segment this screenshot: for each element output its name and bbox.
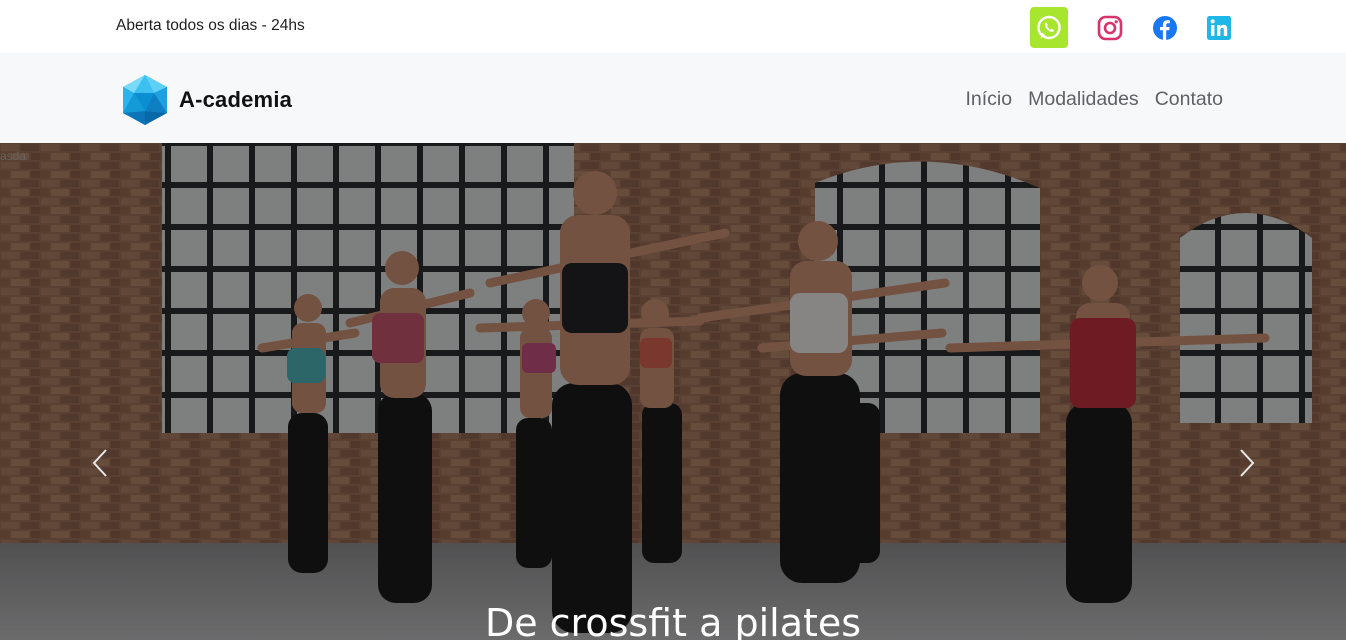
linkedin-link[interactable] (1202, 7, 1236, 48)
nav-link-modalidades[interactable]: Modalidades (1028, 88, 1139, 111)
opening-hours: Aberta todos os dias - 24hs (116, 17, 305, 34)
chevron-left-icon (92, 449, 107, 477)
main-navbar: A-cademia Início Modalidades Contato (0, 53, 1346, 143)
whatsapp-icon (1037, 15, 1061, 39)
brand-home-link[interactable]: A-cademia (120, 73, 292, 127)
hero-tag: asda (0, 149, 27, 163)
hero-carousel: asda De crossfit a pilates (0, 143, 1346, 640)
nav-link-contato[interactable]: Contato (1155, 88, 1223, 111)
nav-links: Início Modalidades Contato (966, 88, 1224, 111)
carousel-next-button[interactable] (1232, 443, 1262, 483)
instagram-link[interactable] (1093, 7, 1127, 48)
top-info-bar: Aberta todos os dias - 24hs (0, 0, 1346, 53)
hero-overlay (0, 143, 1346, 640)
instagram-icon (1097, 15, 1123, 40)
hero-caption: De crossfit a pilates (484, 601, 862, 640)
carousel-prev-button[interactable] (85, 443, 115, 483)
whatsapp-link[interactable] (1030, 7, 1068, 48)
brand-name: A-cademia (179, 87, 293, 112)
chevron-right-icon (1240, 449, 1255, 477)
facebook-link[interactable] (1148, 7, 1182, 48)
facebook-icon (1153, 15, 1177, 40)
icosahedron-logo (123, 75, 167, 125)
linkedin-icon (1207, 15, 1231, 40)
nav-link-inicio[interactable]: Início (966, 88, 1013, 111)
